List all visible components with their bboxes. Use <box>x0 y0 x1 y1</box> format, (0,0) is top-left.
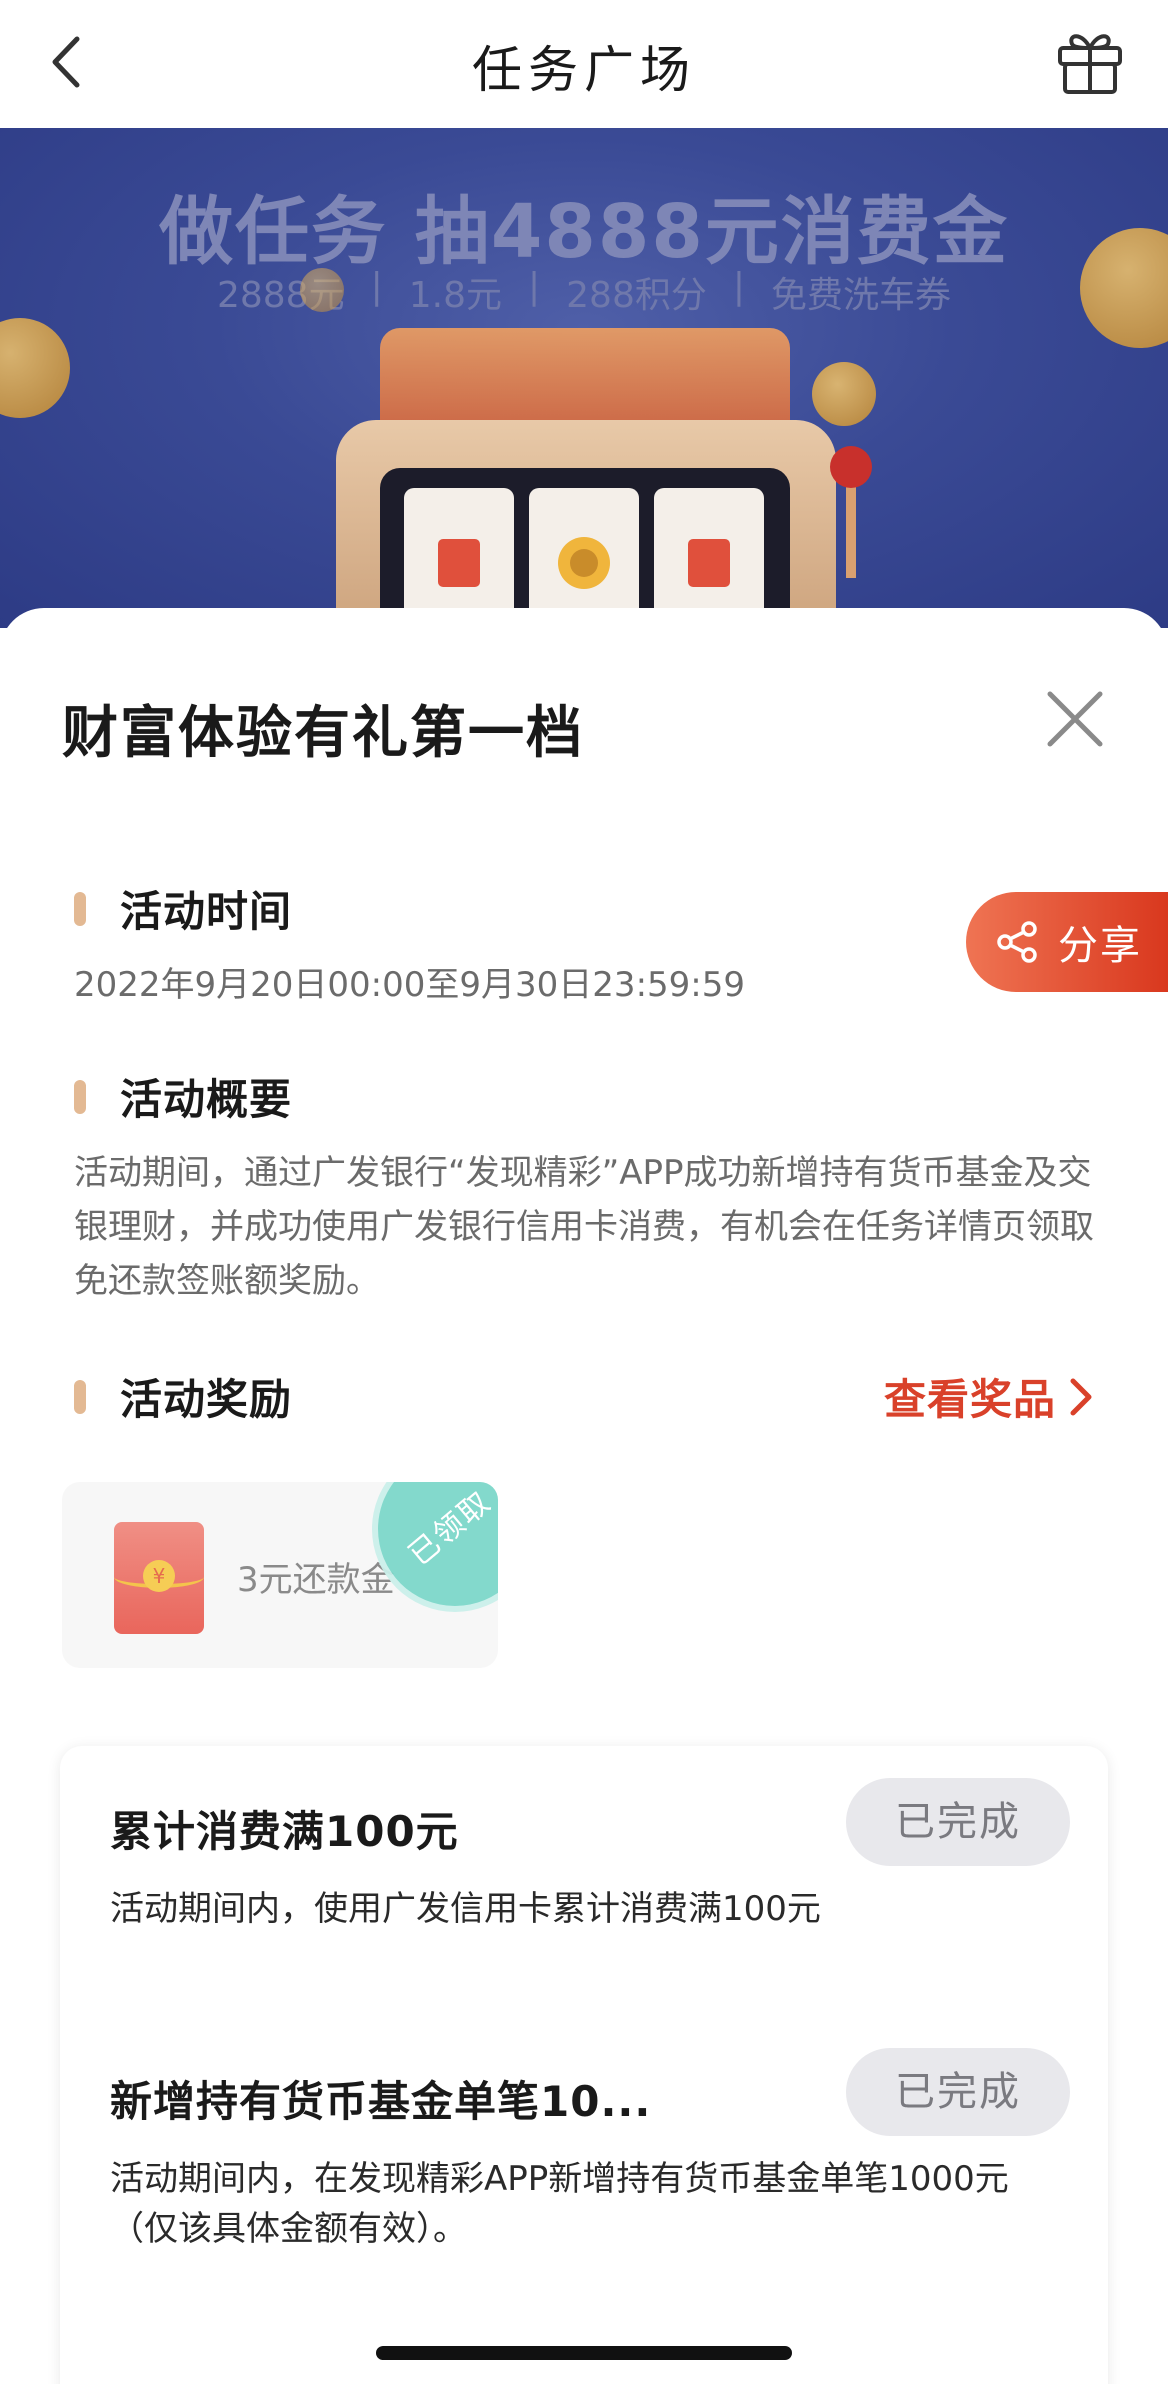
section-marker <box>74 1079 86 1114</box>
section-heading: 活动时间 <box>120 887 293 936</box>
sheet-title: 财富体验有礼第一档 <box>62 701 584 766</box>
share-button[interactable]: 分享 <box>966 892 1168 992</box>
close-button[interactable] <box>1042 686 1108 752</box>
banner-prize: 1.8元 <box>408 275 502 316</box>
home-indicator[interactable] <box>376 2346 792 2360</box>
section-activity-time: 活动时间 <box>74 878 292 939</box>
claimed-status: 已领取 <box>402 1484 498 1573</box>
page-title: 任务广场 <box>472 41 696 99</box>
section-marker <box>74 1379 86 1414</box>
banner-headline: 做任务 抽4888元消费金 <box>159 189 1009 275</box>
gift-icon <box>1058 34 1122 94</box>
share-icon <box>997 921 1037 963</box>
coin-decoration <box>812 362 876 426</box>
red-packet-icon: ¥ <box>114 1522 204 1634</box>
nav-bar: 任务广场 <box>0 0 1168 128</box>
task-status-badge[interactable]: 已完成 <box>846 2048 1070 2136</box>
close-icon <box>1047 691 1103 747</box>
promo-banner: 做任务 抽4888元消费金 2888元 | 1.8元 | 288积分 | 免费洗… <box>0 128 1168 628</box>
task-title: 累计消费满100元 <box>110 1807 459 1856</box>
section-activity-rewards: 活动奖励 <box>74 1366 292 1427</box>
banner-prize: 免费洗车券 <box>771 275 952 316</box>
task-list-card: 累计消费满100元 已完成 活动期间内，使用广发信用卡累计消费满100元 新增持… <box>60 1746 1108 2384</box>
task-status-badge[interactable]: 已完成 <box>846 1778 1070 1866</box>
slot-machine-lever-ball <box>830 446 872 488</box>
reward-label: 3元还款金 <box>237 1560 395 1600</box>
view-prize-label: 查看奖品 <box>883 1375 1056 1424</box>
coin-decoration <box>0 318 70 418</box>
slot-reel <box>654 488 764 628</box>
task-title: 新增持有货币基金单笔10... <box>110 2077 652 2126</box>
chevron-right-icon <box>1070 1378 1092 1415</box>
activity-time-text: 2022年9月20日00:00至9月30日23:59:59 <box>74 965 746 1005</box>
task-detail-sheet: 财富体验有礼第一档 活动时间 2022年9月20日00:00至9月30日23:5… <box>0 608 1168 2384</box>
gift-button[interactable] <box>1056 26 1124 96</box>
section-heading: 活动概要 <box>120 1075 293 1124</box>
task-description: 活动期间内，使用广发信用卡累计消费满100元 <box>110 1889 821 1929</box>
coin-decoration <box>300 268 344 312</box>
reward-item: ¥ 3元还款金 已领取 <box>62 1482 498 1668</box>
section-activity-summary: 活动概要 <box>74 1066 292 1127</box>
banner-prize: 288积分 <box>566 275 707 316</box>
slot-reel <box>529 488 639 628</box>
section-heading: 活动奖励 <box>120 1375 293 1424</box>
view-prize-link[interactable]: 查看奖品 <box>884 1366 1096 1427</box>
share-label: 分享 <box>1058 923 1142 969</box>
section-marker <box>74 891 86 926</box>
task-description: 活动期间内，在发现精彩APP新增持有货币基金单笔1000元（仅该具体金额有效）。 <box>110 2159 1009 2249</box>
banner-prize-list: 2888元 | 1.8元 | 288积分 | 免费洗车券 <box>216 266 952 316</box>
activity-summary-text: 活动期间，通过广发银行“发现精彩”APP成功新增持有货币基金及交银理财，并成功使… <box>74 1153 1094 1301</box>
slot-reel <box>404 488 514 628</box>
